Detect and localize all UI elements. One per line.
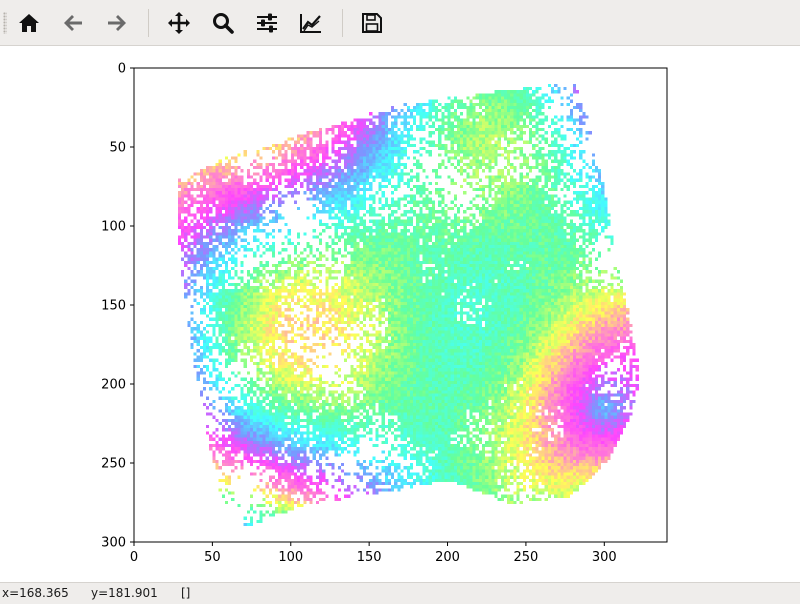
heatmap-plot[interactable]: 0 50 100 150 200 250 300 0 50 100 150 200 250 300 bbox=[0, 46, 800, 582]
heatmap-raster bbox=[134, 68, 667, 546]
y-tick-label: 300 bbox=[101, 536, 126, 551]
toolbar-separator bbox=[342, 9, 343, 37]
y-tick-label: 50 bbox=[109, 141, 126, 156]
toolbar-grip[interactable] bbox=[3, 12, 7, 34]
pan-button[interactable] bbox=[162, 6, 196, 40]
x-tick-label: 300 bbox=[592, 550, 617, 565]
arrow-left-icon bbox=[64, 15, 82, 31]
x-tick-label: 150 bbox=[357, 550, 382, 565]
figure-canvas[interactable]: 0 50 100 150 200 250 300 0 50 100 150 200 250 300 bbox=[0, 46, 800, 582]
home-button[interactable] bbox=[12, 6, 46, 40]
y-tick-label: 150 bbox=[101, 299, 126, 314]
y-tick-label: 0 bbox=[118, 62, 126, 77]
toolbar-separator bbox=[148, 9, 149, 37]
y-tick-label: 100 bbox=[101, 220, 126, 235]
cursor-value-readout: [] bbox=[181, 586, 191, 600]
x-tick-label: 100 bbox=[278, 550, 303, 565]
forward-button[interactable] bbox=[100, 6, 134, 40]
y-axis: 0 50 100 150 200 250 300 bbox=[101, 62, 134, 551]
x-tick-label: 250 bbox=[513, 550, 538, 565]
arrow-right-icon bbox=[108, 15, 126, 31]
home-icon bbox=[19, 14, 39, 32]
configure-subplots-button[interactable] bbox=[250, 6, 284, 40]
x-axis: 0 50 100 150 200 250 300 bbox=[130, 542, 617, 565]
toolbar bbox=[0, 0, 800, 46]
status-bar: x=168.365 y=181.901 [] bbox=[0, 582, 800, 604]
save-button[interactable] bbox=[355, 6, 389, 40]
edit-axes-button[interactable] bbox=[294, 6, 328, 40]
move-icon bbox=[168, 12, 190, 34]
floppy-disk-icon bbox=[362, 13, 382, 33]
back-button[interactable] bbox=[56, 6, 90, 40]
cursor-y-readout: y=181.901 bbox=[91, 586, 158, 600]
heatmap-image bbox=[134, 68, 667, 546]
x-tick-label: 200 bbox=[435, 550, 460, 565]
magnifier-icon bbox=[213, 13, 234, 34]
line-chart-icon bbox=[300, 14, 321, 33]
x-tick-label: 0 bbox=[130, 550, 138, 565]
x-tick-label: 50 bbox=[204, 550, 221, 565]
y-tick-label: 250 bbox=[101, 457, 126, 472]
zoom-button[interactable] bbox=[206, 6, 240, 40]
sliders-icon bbox=[257, 13, 277, 33]
cursor-x-readout: x=168.365 bbox=[2, 586, 69, 600]
y-tick-label: 200 bbox=[101, 378, 126, 393]
